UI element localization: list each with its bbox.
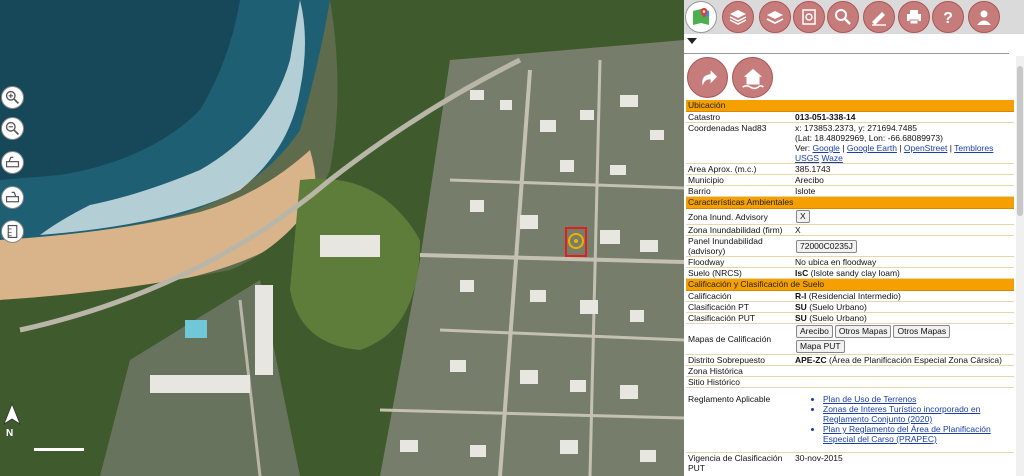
reglamento-link-2[interactable]: Zonas de Interes Turístico incorporado e… bbox=[823, 404, 1012, 424]
mapas-label: Mapas de Calificación bbox=[688, 334, 772, 344]
mapa-put-button[interactable]: Mapa PUT bbox=[796, 340, 845, 353]
scrollbar-thumb[interactable] bbox=[1017, 66, 1023, 216]
satellite-imagery bbox=[0, 0, 684, 476]
mapa-arecibo-button[interactable]: Arecibo bbox=[796, 325, 833, 338]
panel-button[interactable]: 72000C0235J bbox=[796, 239, 857, 253]
section-ubicacion: Ubicación bbox=[686, 100, 1014, 112]
google-maps-icon[interactable] bbox=[685, 1, 717, 33]
vigencia-value: 30-nov-2015 bbox=[795, 453, 843, 463]
floodway-label: Floodway bbox=[688, 257, 725, 267]
otros-mapas-button-2[interactable]: Otros Mapas bbox=[893, 325, 951, 338]
reglamento-link-1[interactable]: Plan de Uso de Terrenos bbox=[823, 394, 1012, 404]
link-openstreet[interactable]: OpenStreet bbox=[904, 143, 947, 153]
calificacion-code: R-I bbox=[795, 291, 807, 301]
suelo-label: Suelo (NRCS) bbox=[688, 268, 742, 278]
clas-put-code: SU bbox=[795, 313, 807, 323]
dropdown-arrow-icon[interactable] bbox=[687, 38, 697, 44]
house-flood-icon[interactable] bbox=[732, 57, 773, 98]
share-icon[interactable] bbox=[687, 57, 728, 98]
clas-put-desc: (Suelo Urbano) bbox=[809, 313, 867, 323]
coord-xy: x: 173853.2373, y: 271694.7485 bbox=[795, 123, 917, 133]
area-label: Area Aprox. (m.c.) bbox=[688, 164, 757, 174]
zoom-out-icon[interactable] bbox=[1, 117, 24, 140]
advisory-label: Zona Inund. Advisory bbox=[688, 211, 768, 222]
zoom-in-icon[interactable] bbox=[1, 86, 24, 109]
draw-icon[interactable] bbox=[863, 1, 895, 33]
otros-mapas-button[interactable]: Otros Mapas bbox=[834, 325, 892, 338]
pan-icon[interactable] bbox=[1, 151, 24, 174]
floodway-value: No ubica en floodway bbox=[795, 257, 877, 267]
panel-label: Panel Inundabilidad (advisory) bbox=[688, 236, 763, 256]
reglamento-link-3[interactable]: Plan y Reglamento del Área de Planificac… bbox=[823, 424, 1012, 444]
ver-label: Ver: bbox=[795, 143, 811, 153]
measure-icon[interactable] bbox=[1, 220, 24, 243]
clas-pt-label: Clasificación PT bbox=[688, 302, 749, 312]
parcel-info: Ubicación Catastro 013-051-338-14 Coorden… bbox=[686, 100, 1014, 473]
clas-pt-code: SU bbox=[795, 302, 807, 312]
distrito-code: APE-ZC bbox=[795, 355, 827, 365]
calificacion-label: Calificación bbox=[688, 291, 732, 301]
municipio-label: Municipio bbox=[688, 175, 724, 185]
basemaps-icon[interactable] bbox=[759, 1, 791, 33]
print-icon[interactable] bbox=[898, 1, 930, 33]
catastro-label: Catastro bbox=[688, 112, 721, 122]
firm-value: X bbox=[795, 225, 801, 235]
search-parcel-icon[interactable] bbox=[793, 1, 825, 33]
area-value: 385.1743 bbox=[795, 164, 831, 174]
suelo-code: IsC bbox=[795, 268, 809, 278]
sitio-historico-label: Sitio Histórico bbox=[688, 377, 740, 387]
info-panel: ? Ubicación Catastro 013-051-338-14 Coord… bbox=[684, 0, 1024, 476]
layers-icon[interactable] bbox=[722, 1, 754, 33]
user-icon[interactable] bbox=[968, 1, 1000, 33]
advisory-button[interactable]: X bbox=[796, 210, 810, 223]
search-icon[interactable] bbox=[827, 1, 859, 33]
reglamento-label: Reglamento Aplicable bbox=[688, 394, 771, 404]
link-waze[interactable]: Waze bbox=[821, 153, 842, 163]
clas-put-label: Clasificación PUT bbox=[688, 313, 756, 323]
aerial-map[interactable]: N bbox=[0, 0, 684, 476]
clas-pt-desc: (Suelo Urbano) bbox=[809, 302, 867, 312]
pan-right-icon[interactable] bbox=[1, 186, 24, 209]
barrio-label: Barrio bbox=[688, 186, 711, 196]
coord-label: Coordenadas Nad83 bbox=[688, 123, 767, 133]
svg-text:?: ? bbox=[943, 10, 953, 27]
calificacion-desc: (Residencial Intermedio) bbox=[808, 291, 901, 301]
section-calificacion: Calificación y Clasificación de Suelo bbox=[686, 279, 1014, 291]
catastro-value: 013-051-338-14 bbox=[795, 112, 856, 122]
vigencia-label: Vigencia de Clasificación PUT bbox=[688, 453, 783, 473]
suelo-desc: (Islote sandy clay loam) bbox=[810, 268, 900, 278]
link-google[interactable]: Google bbox=[813, 143, 840, 153]
zona-historica-label: Zona Histórica bbox=[688, 366, 743, 376]
link-google-earth[interactable]: Google Earth bbox=[847, 143, 897, 153]
section-ambientales: Características Ambientales bbox=[686, 197, 1014, 209]
coord-latlon: (Lat: 18.48092969, Lon: -66.68089973) bbox=[795, 133, 943, 143]
divider bbox=[684, 53, 1009, 54]
distrito-desc: (Área de Planificación Especial Zona Cár… bbox=[829, 355, 1002, 365]
barrio-value: Islote bbox=[795, 186, 816, 196]
municipio-value: Arecibo bbox=[795, 175, 824, 185]
distrito-label: Distrito Sobrepuesto bbox=[688, 355, 766, 365]
top-toolbar: ? bbox=[684, 0, 1024, 34]
help-icon[interactable]: ? bbox=[932, 1, 964, 33]
north-label: N bbox=[6, 428, 14, 439]
firm-label: Zona Inundabilidad (firm) bbox=[688, 225, 783, 235]
